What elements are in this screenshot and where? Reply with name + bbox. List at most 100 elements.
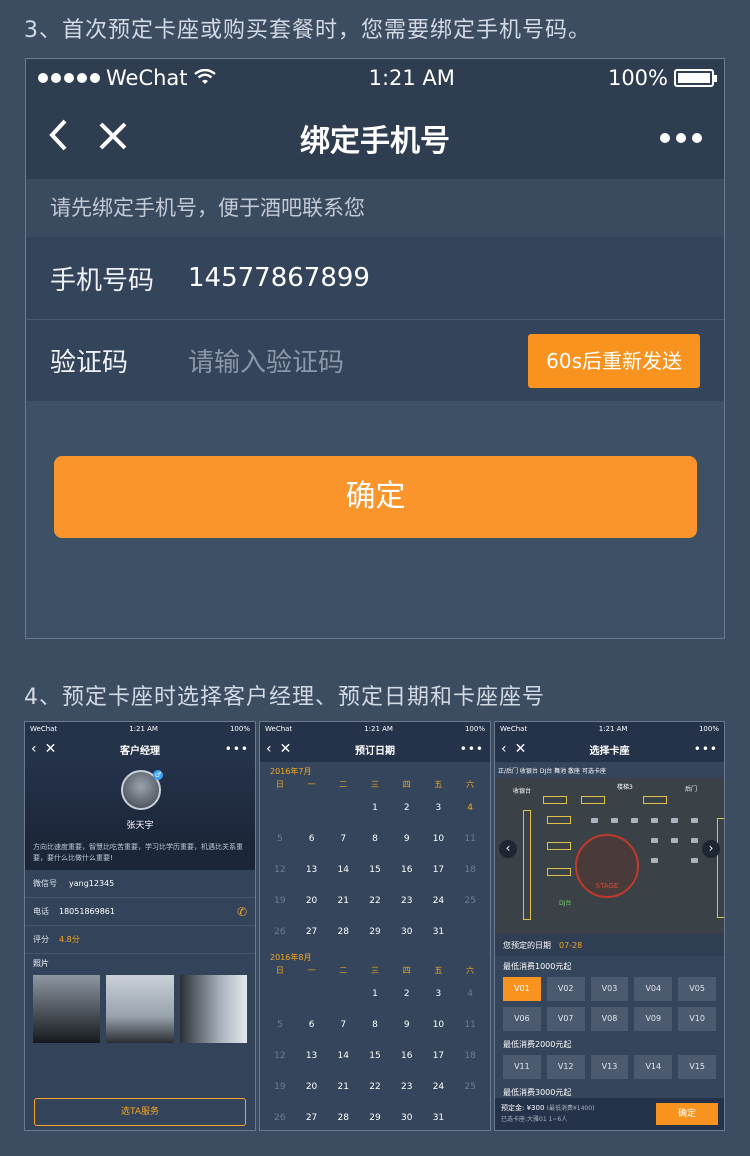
calendar-day[interactable]: 8 <box>359 1010 391 1041</box>
calendar-day[interactable]: 6 <box>296 1010 328 1041</box>
calendar-day[interactable]: 4 <box>454 793 486 824</box>
calendar-day[interactable]: 10 <box>423 1010 455 1041</box>
calendar-day[interactable]: 28 <box>327 917 359 948</box>
calendar-day[interactable]: 2 <box>391 979 423 1010</box>
calendar-day[interactable]: 29 <box>359 1103 391 1130</box>
calendar-day[interactable]: 14 <box>327 855 359 886</box>
seat-button[interactable]: V09 <box>634 1007 673 1031</box>
seat-button[interactable]: V01 <box>503 977 541 1001</box>
calendar-day[interactable]: 7 <box>327 824 359 855</box>
table-block[interactable] <box>547 842 571 850</box>
calendar-day[interactable]: 30 <box>391 917 423 948</box>
calendar-day[interactable]: 18 <box>454 855 486 886</box>
calendar-day[interactable]: 21 <box>327 886 359 917</box>
seat-dot[interactable] <box>591 818 598 823</box>
seat-button[interactable]: V10 <box>678 1007 716 1031</box>
calendar-day[interactable]: 22 <box>359 1072 391 1103</box>
calendar-day[interactable]: 3 <box>423 793 455 824</box>
seat-button[interactable]: V06 <box>503 1007 541 1031</box>
close-icon[interactable] <box>98 118 128 158</box>
code-input[interactable]: 请输入验证码 <box>188 342 528 379</box>
calendar-day[interactable]: 26 <box>264 917 296 948</box>
calendar-day[interactable]: 1 <box>359 793 391 824</box>
photo-thumbnail[interactable] <box>179 975 247 1043</box>
seat-dot[interactable] <box>691 838 698 843</box>
calendar-day[interactable]: 3 <box>423 979 455 1010</box>
seat-dot[interactable] <box>651 838 658 843</box>
calendar-day[interactable]: 5 <box>264 1010 296 1041</box>
seat-button[interactable]: V03 <box>590 977 629 1001</box>
calendar-day[interactable]: 29 <box>359 917 391 948</box>
seat-button[interactable]: V11 <box>503 1055 541 1079</box>
calendar-day[interactable]: 23 <box>391 886 423 917</box>
photo-thumbnail[interactable] <box>33 975 101 1043</box>
seat-button[interactable]: V05 <box>678 977 716 1001</box>
seat-button[interactable]: V14 <box>634 1055 673 1079</box>
calendar-day[interactable]: 19 <box>264 886 296 917</box>
calendar-day[interactable]: 27 <box>296 1103 328 1130</box>
seat-dot[interactable] <box>691 818 698 823</box>
calendar-day[interactable]: 22 <box>359 886 391 917</box>
calendar-day[interactable]: 12 <box>264 855 296 886</box>
calendar-day[interactable]: 13 <box>296 1041 328 1072</box>
calendar-day[interactable]: 5 <box>264 824 296 855</box>
seat-dot[interactable] <box>651 818 658 823</box>
calendar-day[interactable]: 17 <box>423 855 455 886</box>
photo-thumbnail[interactable] <box>106 975 174 1043</box>
calendar-day[interactable]: 14 <box>327 1041 359 1072</box>
tel-row[interactable]: 电话 18051869861 ✆ <box>25 898 255 926</box>
seat-button[interactable]: V12 <box>546 1055 585 1079</box>
seat-dot[interactable] <box>671 818 678 823</box>
calendar-day[interactable]: 6 <box>296 824 328 855</box>
calendar-day[interactable]: 18 <box>454 1041 486 1072</box>
calendar-day[interactable]: 11 <box>454 1010 486 1041</box>
calendar-day[interactable]: 4 <box>454 979 486 1010</box>
calendar-day[interactable]: 26 <box>264 1103 296 1130</box>
calendar-day[interactable]: 30 <box>391 1103 423 1130</box>
calendar-day[interactable]: 25 <box>454 886 486 917</box>
calendar-day[interactable]: 31 <box>423 1103 455 1130</box>
confirm-button[interactable]: 确定 <box>54 456 697 538</box>
calendar-day[interactable]: 15 <box>359 1041 391 1072</box>
calendar-day[interactable]: 27 <box>296 917 328 948</box>
seat-button[interactable]: V15 <box>678 1055 716 1079</box>
calendar-day[interactable]: 21 <box>327 1072 359 1103</box>
calendar-day[interactable]: 13 <box>296 855 328 886</box>
calendar-day[interactable]: 16 <box>391 855 423 886</box>
seat-dot[interactable] <box>611 818 618 823</box>
select-manager-button[interactable]: 选TA服务 <box>34 1098 246 1126</box>
calendar-day[interactable]: 25 <box>454 1072 486 1103</box>
map-right-arrow[interactable]: › <box>702 840 720 858</box>
calendar-day[interactable]: 11 <box>454 824 486 855</box>
calendar-day[interactable]: 24 <box>423 1072 455 1103</box>
calendar-day[interactable]: 8 <box>359 824 391 855</box>
calendar-day[interactable]: 17 <box>423 1041 455 1072</box>
seat-dot[interactable] <box>691 858 698 863</box>
calendar-day[interactable]: 10 <box>423 824 455 855</box>
seat-button[interactable]: V08 <box>590 1007 629 1031</box>
resend-code-button[interactable]: 60s后重新发送 <box>528 333 700 388</box>
calendar-day[interactable]: 24 <box>423 886 455 917</box>
seat-dot[interactable] <box>671 838 678 843</box>
calendar-day[interactable]: 7 <box>327 1010 359 1041</box>
table-block[interactable] <box>547 868 571 876</box>
confirm-seat-button[interactable]: 确定 <box>656 1103 718 1125</box>
seat-dot[interactable] <box>651 858 658 863</box>
phone-number-field[interactable]: 14577867899 <box>188 263 700 293</box>
table-block[interactable] <box>543 796 567 804</box>
more-icon[interactable] <box>660 133 702 143</box>
seat-button[interactable]: V07 <box>546 1007 585 1031</box>
calendar-day[interactable]: 20 <box>296 886 328 917</box>
calendar-day[interactable]: 31 <box>423 917 455 948</box>
seat-button[interactable]: V02 <box>546 977 585 1001</box>
calendar-day[interactable]: 9 <box>391 824 423 855</box>
table-block[interactable] <box>643 796 667 804</box>
calendar-day[interactable]: 16 <box>391 1041 423 1072</box>
phone-call-icon[interactable]: ✆ <box>237 905 247 919</box>
calendar-day[interactable]: 23 <box>391 1072 423 1103</box>
table-block[interactable] <box>581 796 605 804</box>
seat-button[interactable]: V13 <box>590 1055 629 1079</box>
seat-button[interactable]: V04 <box>634 977 673 1001</box>
table-block[interactable] <box>547 816 571 824</box>
calendar-day[interactable]: 28 <box>327 1103 359 1130</box>
